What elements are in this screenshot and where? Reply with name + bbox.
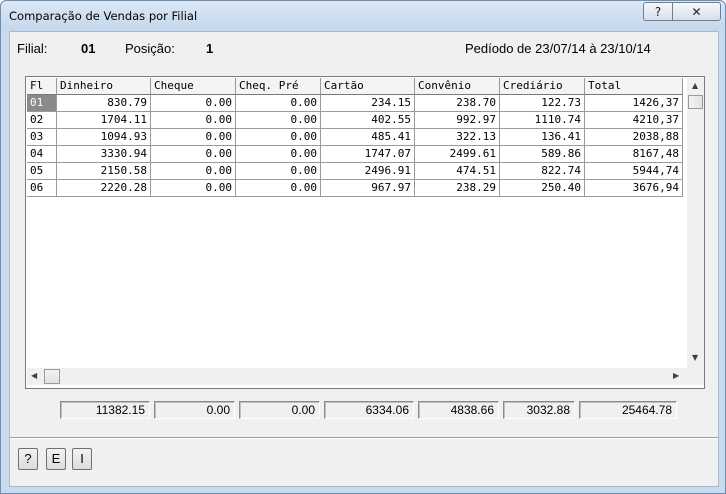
- cell-cheq-pre[interactable]: 0.00: [236, 95, 321, 112]
- cell-cartao[interactable]: 967.97: [321, 180, 415, 197]
- cell-cheque[interactable]: 0.00: [151, 146, 236, 163]
- cell-convenio[interactable]: 2499.61: [415, 146, 500, 163]
- close-button[interactable]: ✕: [673, 2, 721, 21]
- column-header-total[interactable]: Total: [585, 78, 683, 95]
- period-text: Pedíodo de 23/07/14 à 23/10/14: [465, 41, 651, 56]
- vertical-scrollbar[interactable]: ▲ ▼: [687, 78, 704, 368]
- cell-cartao[interactable]: 485.41: [321, 129, 415, 146]
- cell-cartao[interactable]: 234.15: [321, 95, 415, 112]
- total-geral: 25464.78: [579, 401, 677, 419]
- window-title: Comparação de Vendas por Filial: [9, 9, 198, 23]
- cell-fl[interactable]: 06: [27, 180, 57, 197]
- cell-convenio[interactable]: 474.51: [415, 163, 500, 180]
- cell-crediario[interactable]: 250.40: [500, 180, 585, 197]
- cell-total[interactable]: 4210,37: [585, 112, 683, 129]
- cell-convenio[interactable]: 992.97: [415, 112, 500, 129]
- cell-dinheiro[interactable]: 1094.93: [57, 129, 151, 146]
- scrollbar-corner: [687, 368, 704, 385]
- horizontal-scrollbar[interactable]: ◀ ▶: [27, 368, 687, 385]
- total-convenio: 4838.66: [418, 401, 499, 419]
- cell-total[interactable]: 3676,94: [585, 180, 683, 197]
- grid-viewport[interactable]: Fl Dinheiro Cheque Cheq. Pré Cartão Convênio C…: [27, 78, 687, 368]
- cell-total[interactable]: 1426,37: [585, 95, 683, 112]
- help-icon: ?: [654, 4, 662, 19]
- cell-dinheiro[interactable]: 2150.58: [57, 163, 151, 180]
- total-crediario: 3032.88: [503, 401, 575, 419]
- cell-crediario[interactable]: 136.41: [500, 129, 585, 146]
- close-icon: ✕: [691, 4, 702, 19]
- cell-convenio[interactable]: 322.13: [415, 129, 500, 146]
- cell-cheque[interactable]: 0.00: [151, 112, 236, 129]
- cell-dinheiro[interactable]: 1704.11: [57, 112, 151, 129]
- cell-cheq-pre[interactable]: 0.00: [236, 180, 321, 197]
- total-cartao: 6334.06: [324, 401, 414, 419]
- cell-cheque[interactable]: 0.00: [151, 163, 236, 180]
- cell-fl[interactable]: 03: [27, 129, 57, 146]
- help-button[interactable]: ?: [18, 448, 38, 470]
- table-row[interactable]: 06 2220.28 0.00 0.00 967.97 238.29 250.40 3676,…: [27, 180, 687, 197]
- cell-cheq-pre[interactable]: 0.00: [236, 112, 321, 129]
- table-row[interactable]: 04 3330.94 0.00 0.00 1747.07 2499.61 589.86 816…: [27, 146, 687, 163]
- cell-cheque[interactable]: 0.00: [151, 95, 236, 112]
- scroll-right-arrow-icon[interactable]: ▶: [673, 371, 679, 380]
- table-row[interactable]: 05 2150.58 0.00 0.00 2496.91 474.51 822.74 5944…: [27, 163, 687, 180]
- scroll-down-arrow-icon[interactable]: ▼: [692, 353, 698, 362]
- cell-dinheiro[interactable]: 2220.28: [57, 180, 151, 197]
- vertical-scroll-thumb[interactable]: [688, 95, 703, 109]
- table-row[interactable]: 02 1704.11 0.00 0.00 402.55 992.97 1110.74 4210…: [27, 112, 687, 129]
- total-dinheiro: 11382.15: [60, 401, 150, 419]
- cell-fl[interactable]: 01: [27, 95, 57, 112]
- e-button[interactable]: E: [46, 448, 66, 470]
- app-window: Comparação de Vendas por Filial ? ✕ Fili…: [0, 0, 726, 494]
- sales-grid[interactable]: Fl Dinheiro Cheque Cheq. Pré Cartão Convênio C…: [25, 76, 705, 389]
- scroll-up-arrow-icon[interactable]: ▲: [692, 81, 698, 90]
- title-bar[interactable]: Comparação de Vendas por Filial ? ✕: [1, 1, 725, 31]
- cell-crediario[interactable]: 1110.74: [500, 112, 585, 129]
- total-cheq-pre: 0.00: [239, 401, 320, 419]
- horizontal-scroll-thumb[interactable]: [44, 369, 60, 384]
- column-header-convenio[interactable]: Convênio: [415, 78, 500, 95]
- cell-cheq-pre[interactable]: 0.00: [236, 129, 321, 146]
- grid-header-row: Fl Dinheiro Cheque Cheq. Pré Cartão Convênio C…: [27, 78, 687, 95]
- cell-crediario[interactable]: 122.73: [500, 95, 585, 112]
- cell-fl[interactable]: 05: [27, 163, 57, 180]
- cell-crediario[interactable]: 589.86: [500, 146, 585, 163]
- filial-label: Filial:: [17, 41, 48, 56]
- cell-fl[interactable]: 02: [27, 112, 57, 129]
- column-header-fl[interactable]: Fl: [27, 78, 57, 95]
- total-cheque: 0.00: [154, 401, 235, 419]
- column-header-crediario[interactable]: Crediário: [500, 78, 585, 95]
- cell-total[interactable]: 5944,74: [585, 163, 683, 180]
- cell-dinheiro[interactable]: 830.79: [57, 95, 151, 112]
- i-button[interactable]: I: [72, 448, 92, 470]
- dialog-body: Filial: 01 Posição: 1 Pedíodo de 23/07/1…: [9, 31, 719, 487]
- cell-cheq-pre[interactable]: 0.00: [236, 146, 321, 163]
- cell-crediario[interactable]: 822.74: [500, 163, 585, 180]
- scroll-left-arrow-icon[interactable]: ◀: [31, 371, 37, 380]
- table-row[interactable]: 03 1094.93 0.00 0.00 485.41 322.13 136.41 2038,…: [27, 129, 687, 146]
- posicao-value: 1: [206, 41, 214, 56]
- posicao-label: Posição:: [125, 41, 175, 56]
- column-header-dinheiro[interactable]: Dinheiro: [57, 78, 151, 95]
- column-header-cheq-pre[interactable]: Cheq. Pré: [236, 78, 321, 95]
- cell-total[interactable]: 8167,48: [585, 146, 683, 163]
- cell-convenio[interactable]: 238.29: [415, 180, 500, 197]
- cell-cartao[interactable]: 2496.91: [321, 163, 415, 180]
- cell-convenio[interactable]: 238.70: [415, 95, 500, 112]
- table-row[interactable]: 01 830.79 0.00 0.00 234.15 238.70 122.73 1426,3…: [27, 95, 687, 112]
- cell-total[interactable]: 2038,88: [585, 129, 683, 146]
- cell-cartao[interactable]: 1747.07: [321, 146, 415, 163]
- cell-cheque[interactable]: 0.00: [151, 180, 236, 197]
- filial-value: 01: [81, 41, 96, 56]
- help-title-button[interactable]: ?: [643, 2, 673, 21]
- column-header-cheque[interactable]: Cheque: [151, 78, 236, 95]
- cell-cartao[interactable]: 402.55: [321, 112, 415, 129]
- separator: [10, 437, 718, 439]
- column-header-cartao[interactable]: Cartão: [321, 78, 415, 95]
- cell-fl[interactable]: 04: [27, 146, 57, 163]
- cell-cheq-pre[interactable]: 0.00: [236, 163, 321, 180]
- cell-dinheiro[interactable]: 3330.94: [57, 146, 151, 163]
- cell-cheque[interactable]: 0.00: [151, 129, 236, 146]
